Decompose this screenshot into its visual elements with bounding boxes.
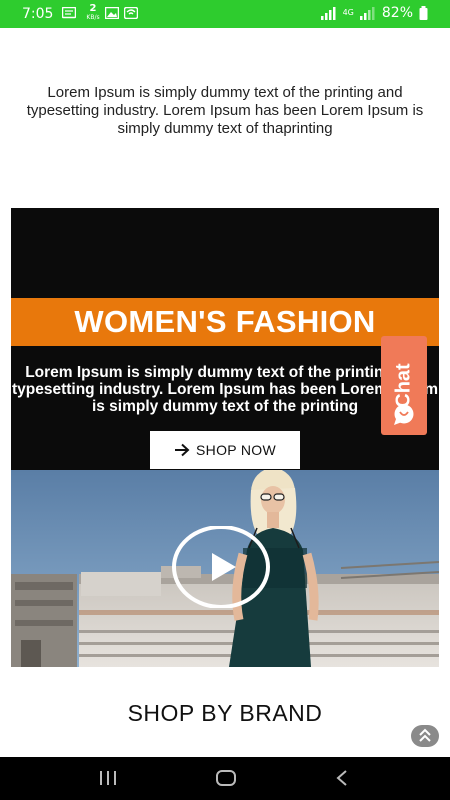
message-icon: [62, 7, 76, 19]
shop-now-button[interactable]: SHOP NOW: [150, 431, 300, 469]
back-icon[interactable]: [334, 768, 350, 788]
battery-icon: [419, 6, 428, 20]
net-speed-value: 2: [89, 3, 97, 14]
chat-button[interactable]: Chat: [381, 336, 427, 435]
double-chevron-up-icon: [419, 728, 431, 742]
play-icon[interactable]: [172, 526, 270, 608]
status-bar: 7:05 2 KB/s 4G 82%: [0, 0, 450, 28]
network-type: 4G: [342, 8, 354, 17]
hero-description: Lorem Ipsum is simply dummy text of the …: [11, 364, 439, 415]
recent-apps-icon[interactable]: [98, 768, 118, 788]
wifi-icon: [124, 7, 138, 19]
system-nav-bar: [0, 757, 450, 800]
image-icon: [105, 7, 119, 19]
battery-percent: 82%: [381, 5, 413, 21]
shop-now-label: SHOP NOW: [196, 442, 276, 458]
net-speed: 2 KB/s: [82, 4, 104, 22]
status-time: 7:05: [22, 6, 54, 22]
scroll-to-top-button[interactable]: [411, 725, 439, 747]
hero-banner: WOMEN'S FASHION Lorem Ipsum is simply du…: [11, 208, 439, 470]
shop-by-brand-title: SHOP BY BRAND: [127, 700, 323, 726]
hero-title: WOMEN'S FASHION: [11, 298, 439, 346]
net-speed-unit: KB/s: [86, 14, 100, 21]
chat-bubble-icon: [394, 404, 414, 425]
intro-text: Lorem Ipsum is simply dummy text of the …: [26, 84, 424, 137]
signal-icon: [359, 7, 375, 20]
home-icon[interactable]: [215, 768, 237, 788]
signal-icon: [320, 7, 336, 20]
arrow-right-icon: [175, 443, 190, 457]
